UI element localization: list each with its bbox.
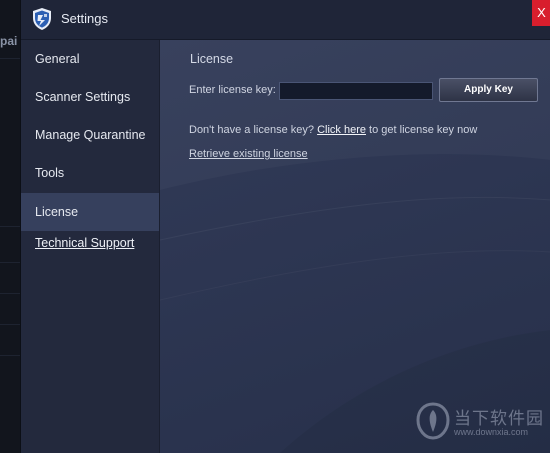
sidebar-item-tools[interactable]: Tools [21,154,159,192]
app-window: pai Settings X General Scanner Settings … [0,0,550,453]
watermark-url: www.downxia.com [454,427,529,437]
technical-support-link[interactable]: Technical Support [35,236,134,250]
click-here-link[interactable]: Click here [317,124,366,136]
sidebar-item-general[interactable]: General [21,40,159,78]
background-divider [0,324,20,325]
no-license-prefix: Don't have a license key? [189,124,315,136]
sidebar: General Scanner Settings Manage Quaranti… [21,40,160,453]
apply-key-button[interactable]: Apply Key [439,78,538,102]
background-divider [0,226,20,227]
no-license-info: Don't have a license key? Click here to … [189,124,477,136]
background-divider [0,262,20,263]
background-divider [0,58,20,59]
close-button[interactable]: X [532,0,550,26]
background-divider [0,355,20,356]
no-license-suffix: to get license key now [369,124,478,136]
window-title: Settings [61,11,108,26]
titlebar[interactable]: Settings X [21,0,550,40]
shield-logo-icon [33,8,51,30]
watermark: 当下软件园 www.downxia.com [416,400,550,450]
section-title: License [190,52,234,66]
sidebar-item-manage-quarantine[interactable]: Manage Quarantine [21,116,159,154]
license-key-input[interactable] [279,82,433,100]
license-panel: License Enter license key: Apply Key Don… [160,40,550,453]
license-key-label: Enter license key: [189,84,276,96]
background-app-text: pai [0,34,18,48]
settings-dialog: Settings X General Scanner Settings Mana… [20,0,550,453]
sidebar-item-scanner-settings[interactable]: Scanner Settings [21,78,159,116]
background-app: pai [0,0,20,453]
sidebar-item-license[interactable]: License [21,193,159,231]
downxia-logo-icon [416,402,450,440]
retrieve-license-link[interactable]: Retrieve existing license [189,148,308,160]
watermark-brand: 当下软件园 [454,409,544,428]
background-divider [0,293,20,294]
